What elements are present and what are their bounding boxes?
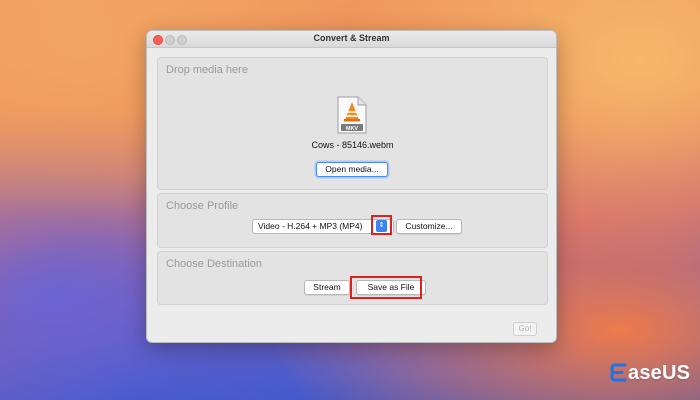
drop-media-title: Drop media here bbox=[166, 64, 248, 76]
window-title: Convert & Stream bbox=[313, 33, 390, 43]
stream-button[interactable]: Stream bbox=[304, 280, 350, 295]
choose-destination-title: Choose Destination bbox=[166, 258, 263, 270]
title-bar[interactable]: Convert & Stream bbox=[147, 31, 556, 48]
file-name: Cows - 85146.webm bbox=[311, 140, 394, 150]
choose-profile-panel: Choose Profile Video - H.264 + MP3 (MP4)… bbox=[157, 193, 548, 248]
file-badge-text: MKV bbox=[346, 126, 359, 132]
convert-stream-window: Convert & Stream Drop media here MKV Cow… bbox=[146, 30, 557, 343]
watermark-brand-text: aseUS bbox=[628, 362, 691, 384]
file-icon: MKV bbox=[337, 96, 367, 134]
customize-button[interactable]: Customize... bbox=[396, 219, 462, 234]
choose-destination-panel: Choose Destination Stream Save as File bbox=[157, 251, 548, 305]
drop-media-panel[interactable]: Drop media here MKV Cows - 85146.webm Op… bbox=[157, 57, 548, 190]
highlight-box-save-as-file bbox=[350, 276, 422, 299]
choose-profile-title: Choose Profile bbox=[166, 200, 239, 212]
highlight-box-profile-arrow bbox=[371, 215, 392, 235]
easeus-logo-icon bbox=[610, 363, 627, 382]
go-button[interactable]: Go! bbox=[513, 322, 537, 336]
open-media-button[interactable]: Open media... bbox=[316, 162, 388, 177]
